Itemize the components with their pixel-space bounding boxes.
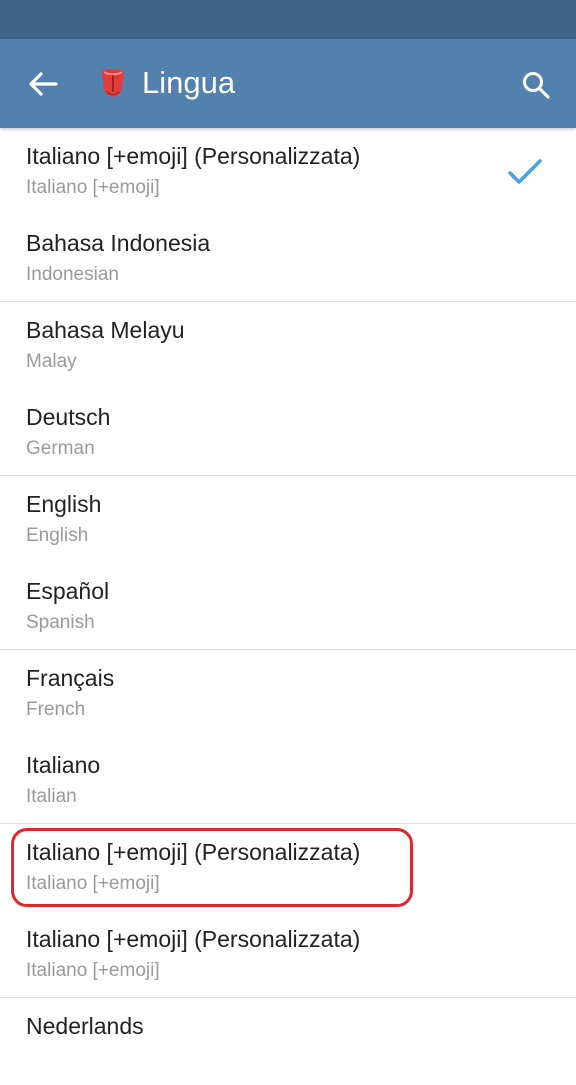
checkmark-icon: [508, 159, 542, 184]
language-name: English: [26, 491, 102, 517]
language-item[interactable]: Bahasa Melayu Malay: [0, 302, 576, 389]
language-item[interactable]: Italiano [+emoji] (Personalizzata) Itali…: [0, 911, 576, 998]
search-button[interactable]: [512, 61, 560, 109]
app-bar: Lingua: [0, 39, 576, 128]
language-item[interactable]: Italiano Italian: [0, 737, 576, 824]
tongue-emoji-icon: [98, 67, 128, 101]
language-name: Italiano: [26, 752, 101, 778]
language-item[interactable]: Français French: [0, 650, 576, 737]
language-subtitle: French: [26, 699, 86, 720]
language-list: Italiano [+emoji] (Personalizzata) Itali…: [0, 128, 576, 1085]
language-item[interactable]: Bahasa Indonesia Indonesian: [0, 215, 576, 302]
language-subtitle: German: [26, 438, 95, 459]
language-item[interactable]: Deutsch German: [0, 389, 576, 476]
language-subtitle: Spanish: [26, 612, 95, 633]
search-icon: [523, 72, 550, 99]
language-item[interactable]: English English: [0, 476, 576, 563]
language-subtitle: Malay: [26, 351, 77, 372]
status-bar: [0, 0, 576, 39]
language-subtitle: Italiano [+emoji]: [26, 873, 160, 894]
language-subtitle: Italiano [+emoji]: [26, 177, 160, 198]
language-name: Bahasa Melayu: [26, 317, 185, 343]
page-title: Lingua: [142, 65, 236, 100]
language-name: Bahasa Indonesia: [26, 230, 211, 256]
language-name: Italiano [+emoji] (Personalizzata): [26, 926, 361, 952]
language-name: Italiano [+emoji] (Personalizzata): [26, 839, 361, 865]
language-name: Italiano [+emoji] (Personalizzata): [26, 143, 361, 169]
language-name: Español: [26, 578, 110, 604]
language-item-selected[interactable]: Italiano [+emoji] (Personalizzata) Itali…: [0, 128, 576, 215]
arrow-left-icon: [29, 72, 58, 96]
language-subtitle: Italiano [+emoji]: [26, 960, 160, 981]
language-subtitle: Indonesian: [26, 264, 119, 285]
language-subtitle: Italian: [26, 786, 77, 807]
language-item-highlighted[interactable]: Italiano [+emoji] (Personalizzata) Itali…: [0, 824, 576, 911]
language-item[interactable]: Nederlands: [0, 998, 576, 1085]
language-name: Deutsch: [26, 404, 111, 430]
language-item[interactable]: Español Spanish: [0, 563, 576, 650]
language-subtitle: English: [26, 525, 89, 546]
back-button[interactable]: [20, 61, 66, 107]
language-name: Français: [26, 665, 115, 691]
language-name: Nederlands: [26, 1013, 144, 1039]
